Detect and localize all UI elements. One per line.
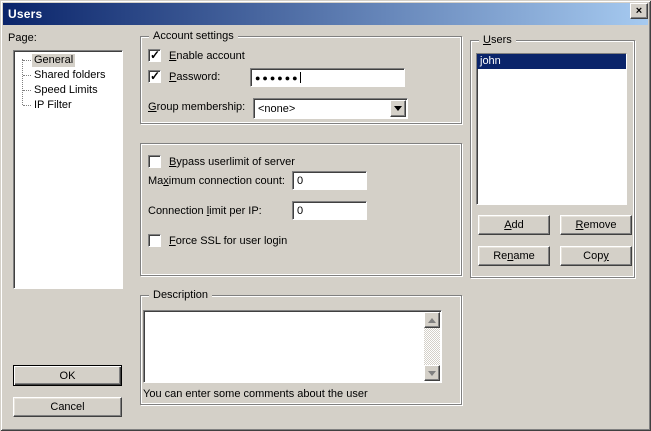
tree-item-speed-limits[interactable]: Speed Limits bbox=[14, 83, 122, 98]
scroll-up-button[interactable] bbox=[424, 312, 440, 328]
tree-item-label: Shared folders bbox=[32, 69, 108, 82]
password-masked-value: ●●●●●● bbox=[255, 73, 300, 83]
tree-item-shared-folders[interactable]: Shared folders bbox=[14, 68, 122, 83]
group-membership-value: <none> bbox=[258, 103, 295, 115]
max-connection-count-label: Maximum connection count: bbox=[148, 175, 285, 187]
rename-button-label: Rename bbox=[493, 250, 535, 262]
force-ssl-label: Force SSL for user login bbox=[169, 235, 287, 247]
description-textarea[interactable] bbox=[143, 310, 442, 383]
arrow-up-icon bbox=[428, 318, 436, 323]
enable-account-label: Enable account bbox=[169, 50, 245, 62]
copy-button-label: Copy bbox=[583, 250, 609, 262]
combo-dropdown-button[interactable] bbox=[390, 100, 406, 117]
users-legend: Users bbox=[479, 33, 516, 47]
page-list-label: Page: bbox=[8, 32, 37, 44]
ok-button-label: OK bbox=[60, 370, 76, 382]
description-legend: Description bbox=[149, 288, 212, 302]
max-connection-count-input[interactable]: 0 bbox=[292, 171, 367, 190]
password-checkbox[interactable] bbox=[148, 70, 161, 83]
group-membership-select[interactable]: <none> bbox=[253, 98, 408, 119]
tree-item-general[interactable]: General bbox=[14, 53, 122, 68]
force-ssl-checkbox[interactable] bbox=[148, 234, 161, 247]
page-tree: General Shared folders Speed Limits IP F… bbox=[13, 50, 123, 289]
list-item-john[interactable]: john bbox=[477, 54, 626, 69]
password-label: Password: bbox=[169, 71, 220, 83]
tree-item-label: Speed Limits bbox=[32, 84, 100, 97]
bypass-userlimit-checkbox[interactable] bbox=[148, 155, 161, 168]
bypass-userlimit-label: Bypass userlimit of server bbox=[169, 156, 295, 168]
add-button-label: Add bbox=[504, 219, 524, 231]
copy-button[interactable]: Copy bbox=[560, 246, 632, 266]
close-button[interactable]: × bbox=[630, 3, 648, 19]
ok-button[interactable]: OK bbox=[13, 365, 122, 386]
description-scrollbar[interactable] bbox=[424, 312, 440, 381]
tree-item-ip-filter[interactable]: IP Filter bbox=[14, 98, 122, 113]
window-title: Users bbox=[8, 7, 42, 21]
add-button[interactable]: Add bbox=[478, 215, 550, 235]
chevron-down-icon bbox=[394, 106, 402, 111]
connection-limit-per-ip-value: 0 bbox=[297, 205, 303, 217]
cancel-button-label: Cancel bbox=[50, 401, 84, 413]
group-membership-label: Group membership: bbox=[148, 101, 245, 113]
close-icon: × bbox=[636, 6, 642, 17]
account-settings-legend: Account settings bbox=[149, 29, 238, 43]
titlebar[interactable]: Users bbox=[3, 3, 648, 25]
rename-button[interactable]: Rename bbox=[478, 246, 550, 266]
max-connection-count-value: 0 bbox=[297, 175, 303, 187]
connection-limit-per-ip-label: Connection limit per IP: bbox=[148, 205, 262, 217]
tree-item-label: General bbox=[32, 54, 75, 67]
tree-item-label: IP Filter bbox=[32, 99, 74, 112]
description-hint: You can enter some comments about the us… bbox=[143, 388, 368, 400]
password-input[interactable]: ●●●●●● bbox=[250, 68, 405, 87]
arrow-down-icon bbox=[428, 371, 436, 376]
enable-account-checkbox[interactable] bbox=[148, 49, 161, 62]
cancel-button[interactable]: Cancel bbox=[13, 397, 122, 417]
connection-limit-per-ip-input[interactable]: 0 bbox=[292, 201, 367, 220]
users-listbox[interactable]: john bbox=[476, 53, 627, 205]
users-dialog: Users × Page: General Shared folders Spe… bbox=[0, 0, 651, 431]
list-item-label: john bbox=[480, 55, 501, 67]
remove-button[interactable]: Remove bbox=[560, 215, 632, 235]
remove-button-label: Remove bbox=[576, 219, 617, 231]
text-caret bbox=[300, 72, 301, 83]
scroll-down-button[interactable] bbox=[424, 365, 440, 381]
